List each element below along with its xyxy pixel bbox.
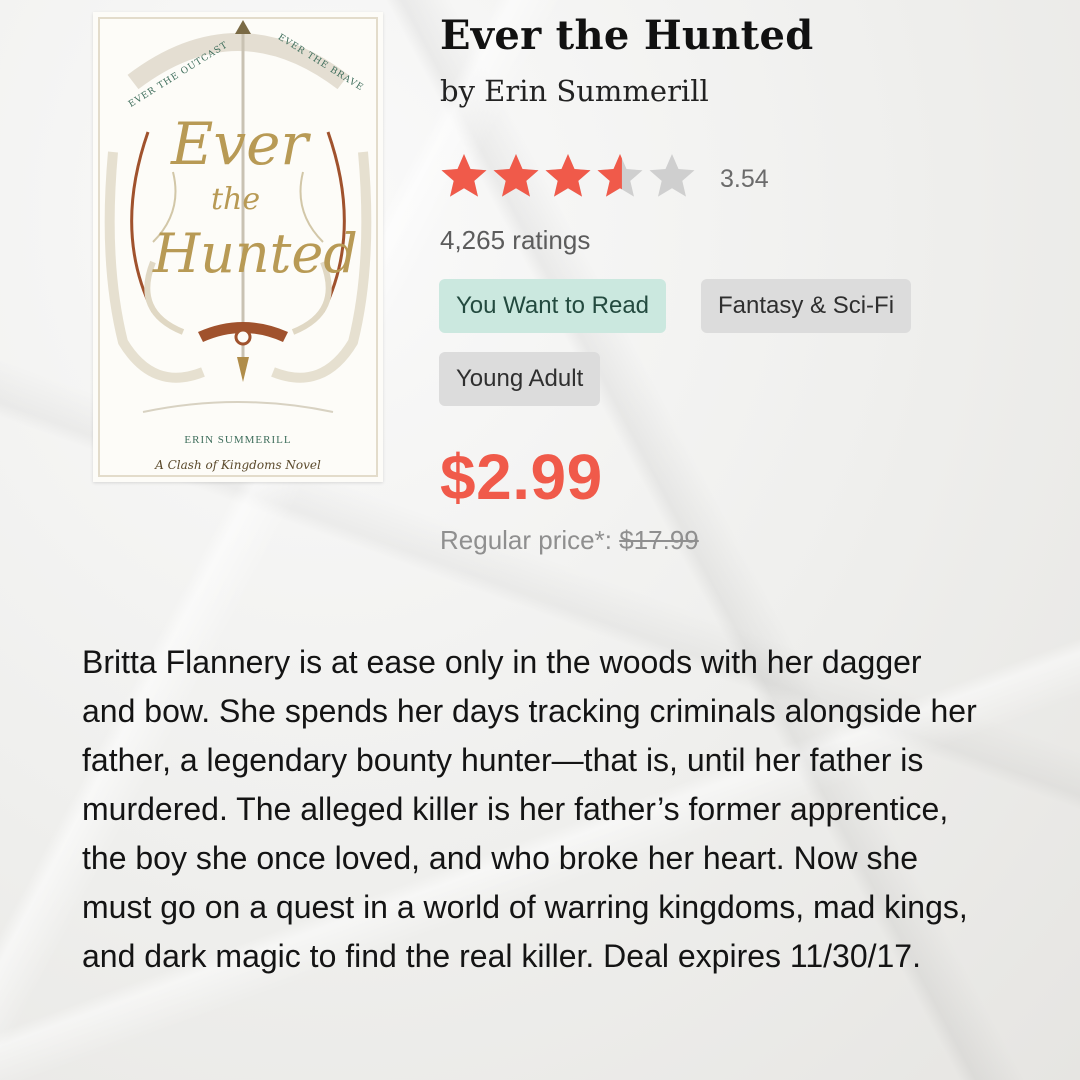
sale-price: $2.99 — [440, 441, 603, 513]
cover-title-hunted: Hunted — [153, 222, 358, 285]
genre-tag-young-adult[interactable]: Young Adult — [439, 352, 601, 406]
book-author[interactable]: by Erin Summerill — [440, 74, 709, 108]
regular-price-line: Regular price*: $17.99 — [440, 525, 699, 556]
regular-price-value: $17.99 — [619, 525, 699, 555]
regular-price-label: Regular price*: — [440, 525, 612, 555]
star-icon — [597, 154, 643, 197]
cover-author: ERIN SUMMERILL — [184, 434, 292, 446]
book-description: Britta Flannery is at ease only in the w… — [82, 644, 977, 974]
want-to-read-tag[interactable]: You Want to Read — [439, 279, 667, 333]
ratings-count[interactable]: 4,265 ratings — [440, 225, 590, 256]
star-icon — [441, 154, 487, 197]
genre-tag-fantasy[interactable]: Fantasy & Sci-Fi — [701, 279, 912, 333]
book-cover[interactable]: Ever the Hunted EVER THE OUTCAST EVER TH… — [93, 12, 383, 482]
cover-series: A Clash of Kingdoms Novel — [155, 458, 321, 472]
star-icon — [493, 154, 539, 197]
star-icon — [649, 154, 695, 197]
cover-title-ever: Ever — [171, 110, 309, 178]
book-title: Ever the Hunted — [440, 12, 814, 59]
rating-value: 3.54 — [720, 165, 769, 193]
cover-title-the: the — [211, 182, 261, 217]
star-icon — [545, 154, 591, 197]
